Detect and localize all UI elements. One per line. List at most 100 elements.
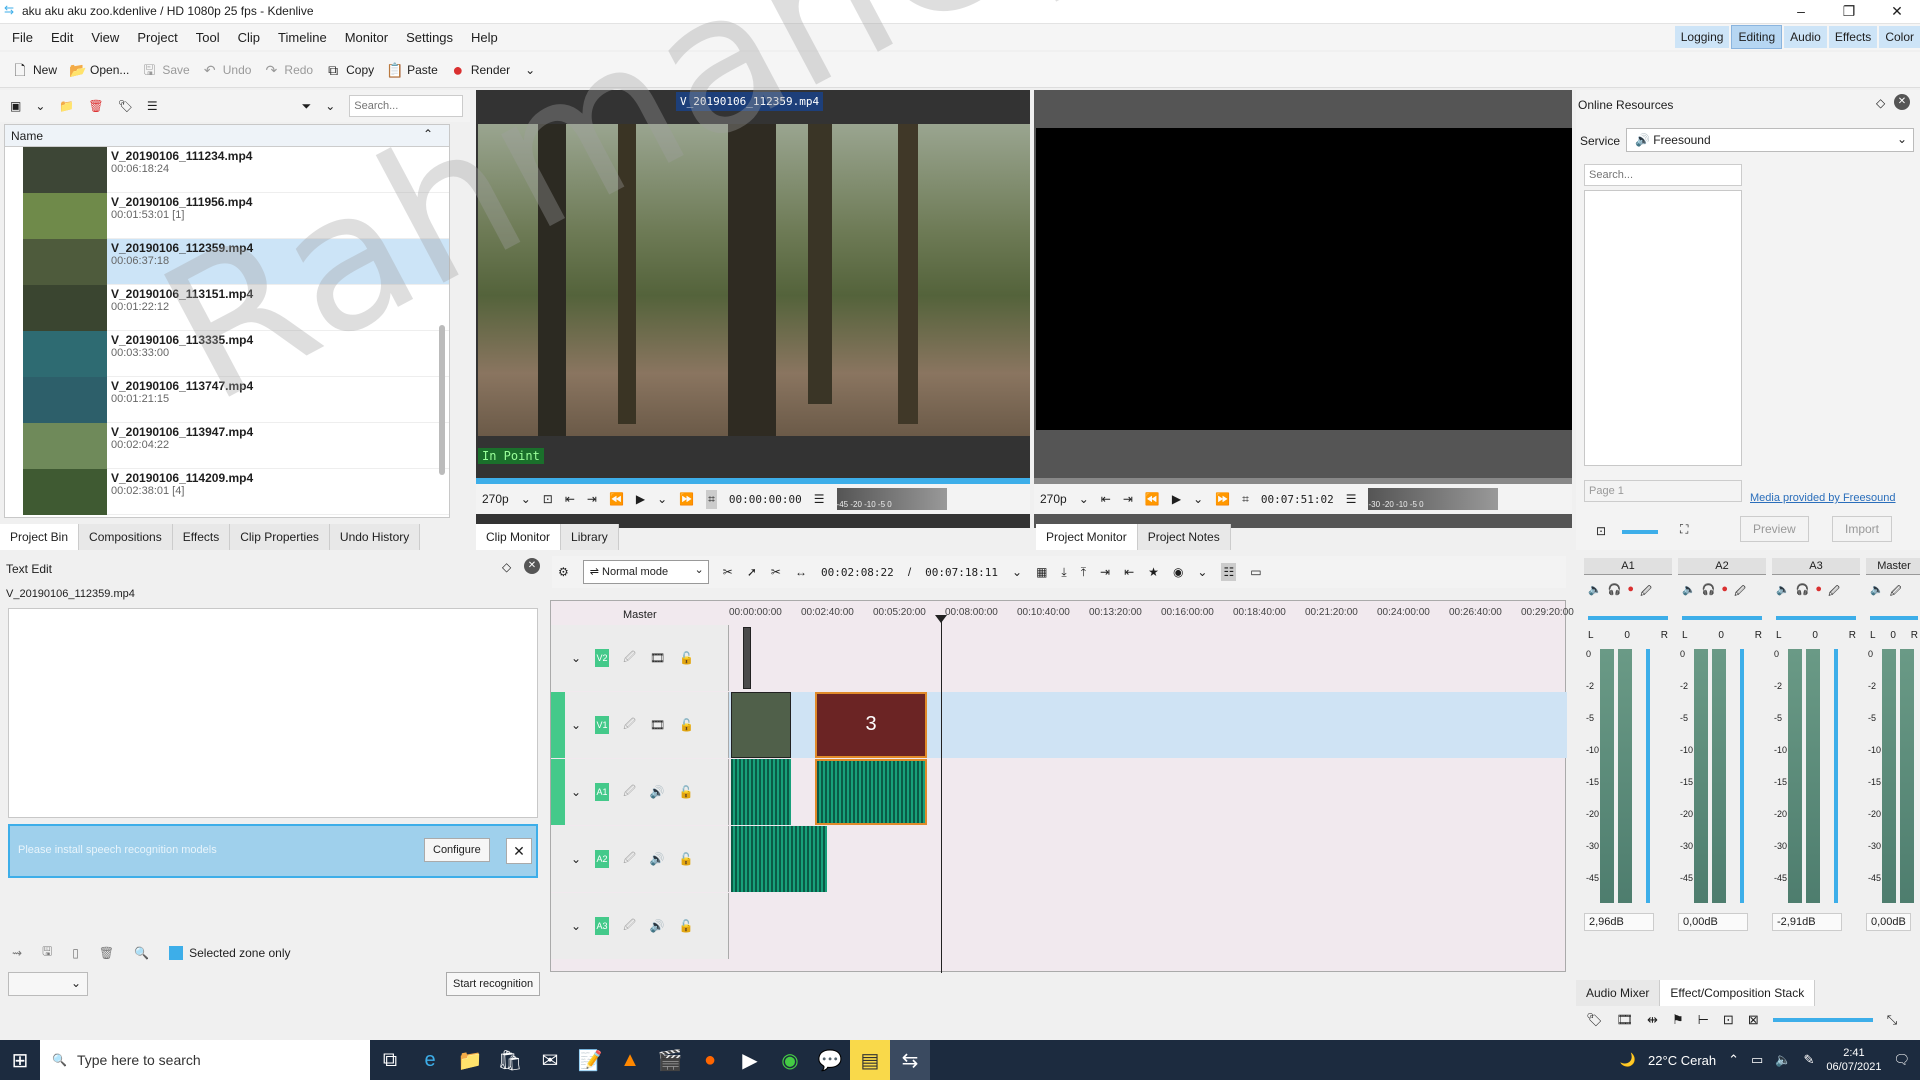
headphones-icon[interactable]: 🎧 bbox=[1702, 583, 1716, 602]
menu-project[interactable]: Project bbox=[137, 30, 177, 45]
tab-compositions[interactable]: Compositions bbox=[79, 524, 173, 550]
timeline-clip-selected[interactable]: 3 bbox=[815, 692, 927, 758]
chevron-down-icon[interactable]: ⌄ bbox=[35, 99, 45, 113]
freesound-link[interactable]: Media provided by Freesound bbox=[1750, 492, 1896, 504]
tab-project-bin[interactable]: Project Bin bbox=[0, 524, 80, 550]
pan-value[interactable]: 0 bbox=[1812, 630, 1818, 641]
set-out-icon[interactable]: ⇥ bbox=[1123, 492, 1133, 506]
chevron-down-icon[interactable]: ⌄ bbox=[1197, 565, 1207, 579]
channel-db[interactable]: 0,00dB bbox=[1678, 913, 1749, 931]
pan-slider[interactable] bbox=[1682, 616, 1762, 620]
preview-button[interactable]: Preview bbox=[1740, 516, 1809, 542]
effect-icon[interactable]: 🖉 bbox=[1640, 583, 1652, 602]
undo-button[interactable]: ↶ Undo bbox=[202, 62, 252, 78]
lock-icon[interactable]: 🔓 bbox=[679, 785, 694, 799]
mail-icon[interactable]: ✉ bbox=[530, 1040, 570, 1080]
film-icon[interactable]: 🎞 bbox=[650, 718, 665, 732]
settings-icon[interactable]: ⚙ bbox=[558, 565, 569, 579]
save-button[interactable]: 🖫 Save bbox=[141, 62, 189, 78]
project-zoom-select[interactable]: 270p bbox=[1040, 492, 1067, 506]
clip-zoom-select[interactable]: 270p bbox=[482, 492, 509, 506]
overwrite-icon[interactable]: ⤓ bbox=[1061, 565, 1066, 580]
folder-icon[interactable]: 📁 bbox=[59, 99, 74, 113]
close-icon[interactable]: ✕ bbox=[1894, 94, 1910, 110]
bin-clip-item[interactable]: V_20190106_113947.mp4 00:02:04:22 bbox=[23, 423, 449, 469]
store-icon[interactable]: 🛍 bbox=[490, 1040, 530, 1080]
menu-view[interactable]: View bbox=[91, 30, 119, 45]
pan-value[interactable]: 0 bbox=[1718, 630, 1724, 641]
lift-icon[interactable]: ⤒ bbox=[1081, 565, 1086, 580]
bin-clip-item[interactable]: V_20190106_111956.mp4 00:01:53:01 [1] bbox=[23, 193, 449, 239]
film-icon[interactable]: 🎞 bbox=[650, 651, 665, 665]
menu-timeline[interactable]: Timeline bbox=[278, 30, 327, 45]
chevron-down-icon[interactable]: ⌄ bbox=[521, 492, 531, 506]
bin-clip-item[interactable]: V_20190106_114209.mp4 00:02:38:01 [4] bbox=[23, 469, 449, 515]
audio-clip-selected[interactable] bbox=[815, 759, 927, 825]
channel-db[interactable]: -2,91dB bbox=[1772, 913, 1843, 931]
chevron-down-icon[interactable]: ⌄ bbox=[325, 99, 335, 113]
tab-audio-mixer[interactable]: Audio Mixer bbox=[1576, 980, 1661, 1006]
close-window-button[interactable]: ✕ bbox=[1874, 0, 1920, 24]
volume-fader[interactable] bbox=[1834, 649, 1838, 903]
bin-clip-item[interactable]: V_20190106_111234.mp4 00:06:18:24 bbox=[23, 147, 449, 193]
bin-clip-item[interactable]: V_20190106_113335.mp4 00:03:33:00 bbox=[23, 331, 449, 377]
mute-icon[interactable]: 🔈 bbox=[1776, 583, 1790, 602]
marker-icon[interactable]: ⚑ bbox=[1672, 1012, 1684, 1028]
crop-icon[interactable]: ⌗ bbox=[1242, 492, 1249, 507]
layout-editing[interactable]: Editing bbox=[1731, 25, 1783, 49]
bin-clip-item[interactable]: V_20190106_113151.mp4 00:01:22:12 bbox=[23, 285, 449, 331]
audio-clip[interactable] bbox=[731, 759, 791, 825]
chevron-down-icon[interactable]: ⌄ bbox=[525, 63, 535, 77]
page-spinner[interactable]: Page 1 bbox=[1584, 480, 1742, 502]
close-icon[interactable]: ✕ bbox=[506, 838, 532, 864]
pan-slider[interactable] bbox=[1870, 616, 1918, 620]
chrome-icon[interactable]: ◉ bbox=[770, 1040, 810, 1080]
headphones-icon[interactable]: 🎧 bbox=[1608, 583, 1622, 602]
record-icon[interactable]: ◉ bbox=[1173, 565, 1183, 579]
fit-icon[interactable]: ⛶ bbox=[1680, 522, 1688, 537]
collapse-icon[interactable]: ⌄ bbox=[571, 785, 581, 799]
pan-value[interactable]: 0 bbox=[1890, 630, 1896, 641]
split-icon[interactable]: ⇹ bbox=[1647, 1012, 1658, 1028]
task-view-icon[interactable]: ⧉ bbox=[370, 1040, 410, 1080]
star-icon[interactable]: ★ bbox=[1148, 565, 1159, 579]
menu-icon[interactable]: ☰ bbox=[147, 99, 158, 113]
sticky-notes-icon[interactable]: ▤ bbox=[850, 1040, 890, 1080]
speaker-icon[interactable]: 🔊 bbox=[650, 852, 665, 866]
expand-icon[interactable]: ⤡ bbox=[1887, 1012, 1897, 1028]
menu-tool[interactable]: Tool bbox=[196, 30, 220, 45]
weather-icon[interactable]: 🌙 bbox=[1620, 1052, 1636, 1068]
bin-search-input[interactable] bbox=[349, 95, 464, 117]
effect-icon[interactable]: 🖉 bbox=[623, 715, 636, 736]
menu-icon[interactable]: ☰ bbox=[1346, 492, 1357, 506]
tab-clip-properties[interactable]: Clip Properties bbox=[230, 524, 330, 550]
volume-fader[interactable] bbox=[1740, 649, 1744, 903]
clock[interactable]: 2:41 06/07/2021 bbox=[1826, 1046, 1881, 1074]
speaker-icon[interactable]: 🔊 bbox=[650, 919, 665, 933]
float-icon[interactable]: ◇ bbox=[1876, 96, 1885, 110]
chevron-down-icon[interactable]: ⌄ bbox=[1012, 565, 1022, 579]
speaker-icon[interactable]: 🔊 bbox=[650, 785, 665, 799]
transcript-area[interactable] bbox=[8, 608, 538, 818]
edge-icon[interactable]: e bbox=[410, 1040, 450, 1080]
open-button[interactable]: 📂 Open... bbox=[69, 62, 129, 78]
tab-clip-monitor[interactable]: Clip Monitor bbox=[476, 524, 562, 550]
select-icon[interactable]: ➚ bbox=[747, 565, 757, 579]
forward-icon[interactable]: ⏩ bbox=[679, 492, 694, 506]
menu-help[interactable]: Help bbox=[471, 30, 498, 45]
chat-icon[interactable]: 💬 bbox=[810, 1040, 850, 1080]
pan-slider[interactable] bbox=[1776, 616, 1856, 620]
mute-icon[interactable]: 🔈 bbox=[1870, 583, 1884, 602]
mixer-icon[interactable]: ☷ bbox=[1221, 563, 1237, 581]
volume-icon[interactable]: 🔈 bbox=[1775, 1052, 1791, 1068]
bin-clip-item[interactable]: V_20190106_112359.mp4 00:06:37:18 bbox=[23, 239, 449, 285]
start-recognition-button[interactable]: Start recognition bbox=[446, 972, 541, 996]
fullscreen-icon[interactable]: ⊡ bbox=[543, 492, 553, 506]
project-timecode[interactable]: 00:07:51:02 bbox=[1261, 493, 1334, 506]
service-select[interactable]: 🔊 Freesound ⌄ bbox=[1626, 128, 1914, 152]
menu-settings[interactable]: Settings bbox=[406, 30, 453, 45]
online-results[interactable] bbox=[1584, 190, 1742, 466]
cut-icon[interactable]: ✂ bbox=[771, 565, 781, 579]
layout-effects[interactable]: Effects bbox=[1828, 26, 1878, 48]
extract-icon[interactable]: ⇥ bbox=[1100, 565, 1110, 579]
